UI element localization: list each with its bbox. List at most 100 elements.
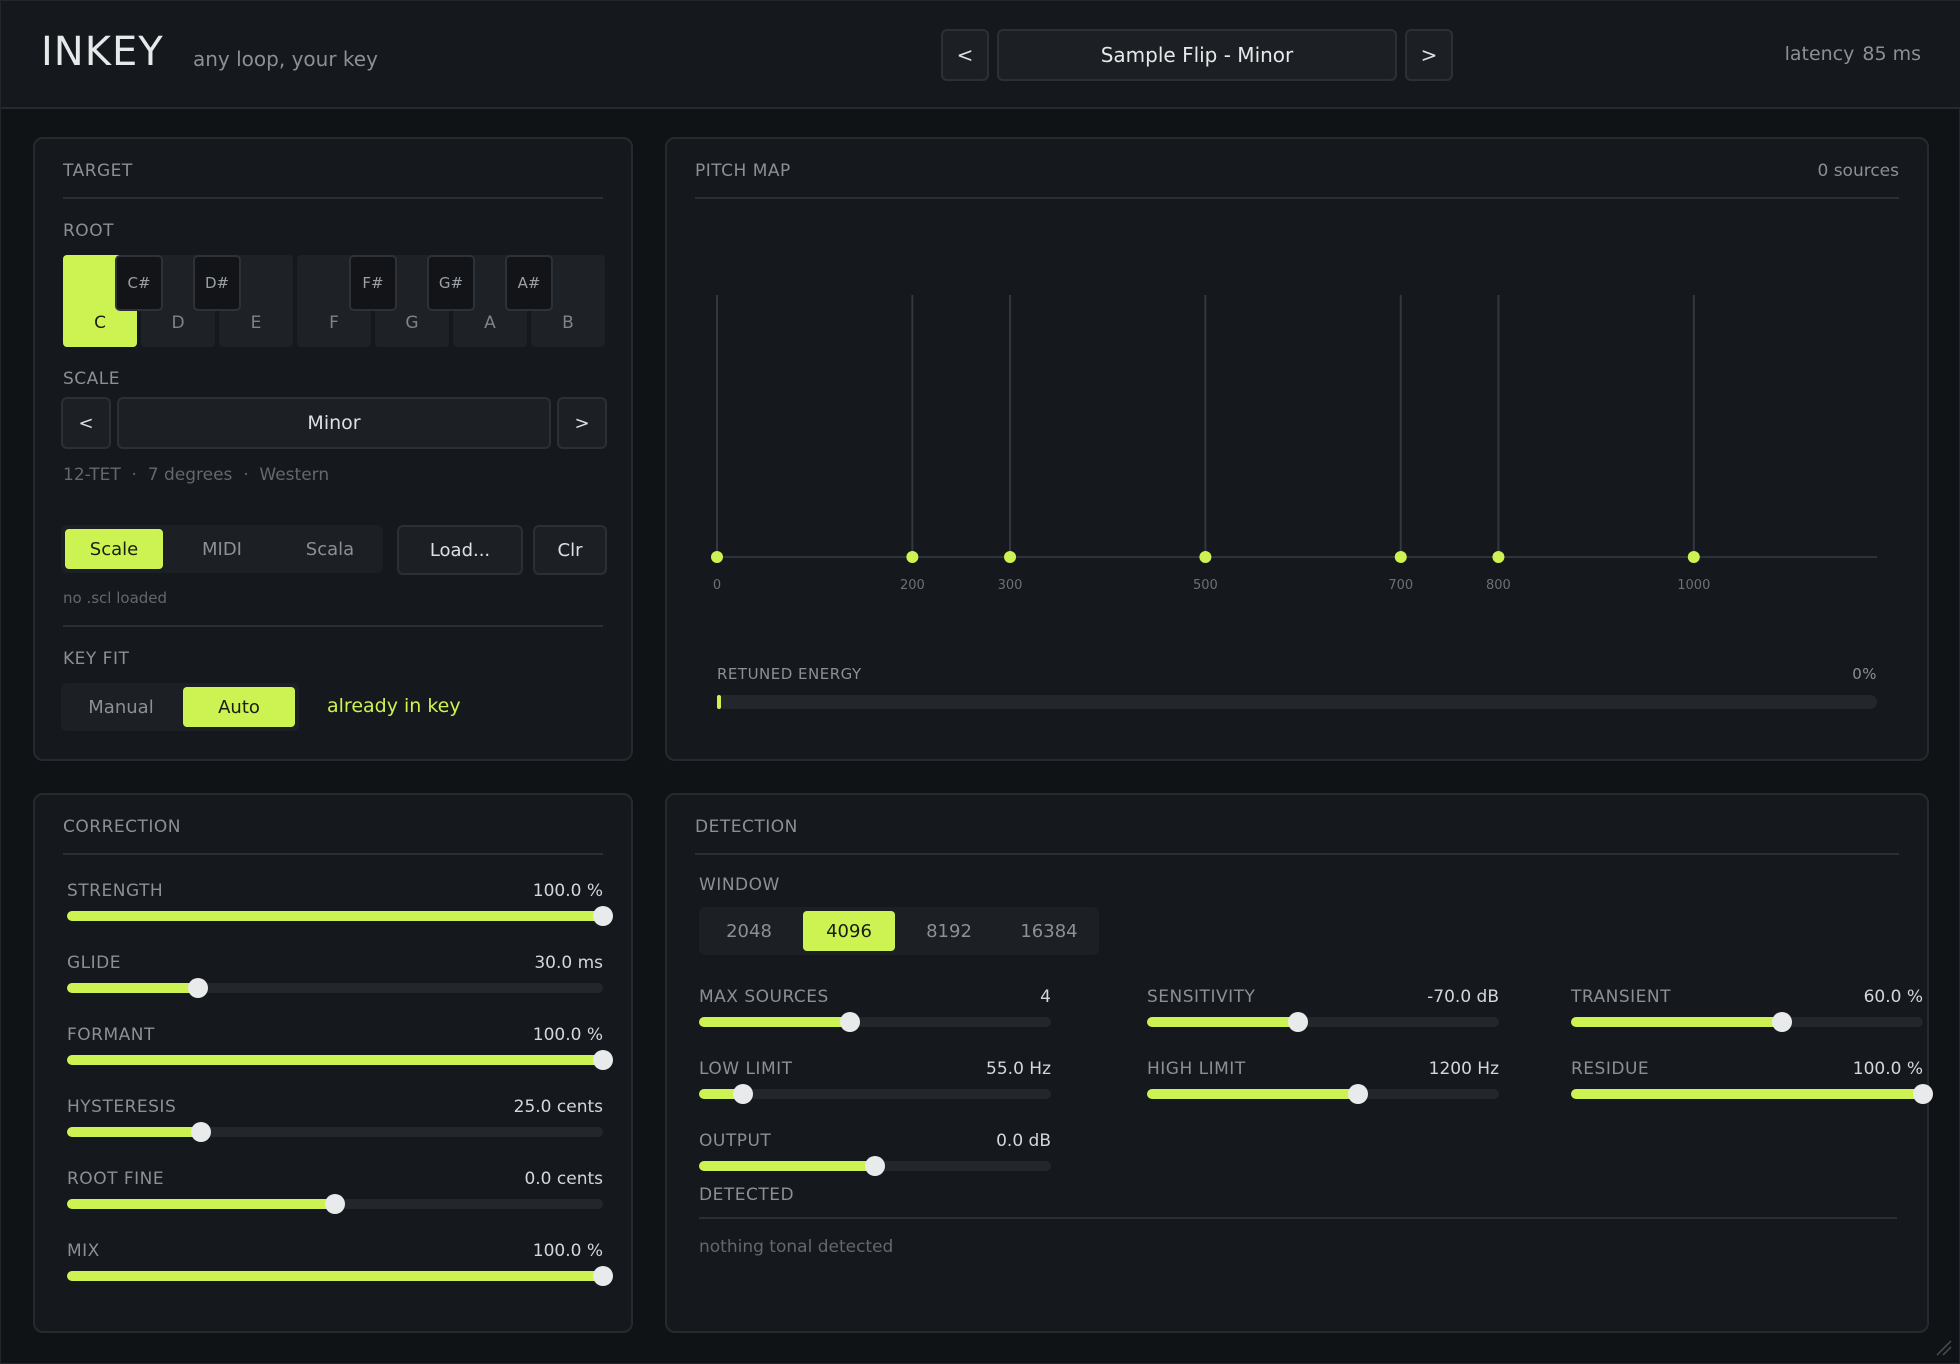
max-sources-slider-thumb[interactable] [840, 1012, 861, 1032]
divider [63, 625, 603, 627]
scale-degree-dot [906, 551, 919, 563]
degree-tick-label: 500 [1193, 578, 1218, 593]
scale-degree-dot [1199, 551, 1212, 563]
hysteresis-slider-thumb[interactable] [191, 1122, 211, 1142]
max-sources-slider-fill [699, 1017, 851, 1027]
degree-tick-label: 700 [1388, 578, 1413, 593]
root-key-d-sharp[interactable]: D# [193, 255, 241, 311]
resize-grip-icon[interactable] [1933, 1337, 1953, 1357]
mix-value: 100.0 % [532, 1241, 603, 1261]
latency-value: 85 ms [1862, 43, 1921, 65]
root-key-f-sharp[interactable]: F# [349, 255, 397, 311]
energy-value: 0% [1852, 665, 1877, 683]
detection-panel: DETECTION WINDOW 2048 4096 8192 16384 DETEC… [665, 793, 1933, 1333]
keyfit-tab-manual[interactable]: Manual [65, 687, 177, 727]
mix-slider[interactable] [67, 1266, 613, 1286]
scl-status: no .scl loaded [63, 589, 168, 607]
window-option-8192[interactable]: 8192 [903, 911, 995, 951]
window-option-2048[interactable]: 2048 [703, 911, 795, 951]
scale-degree-dot [1492, 551, 1505, 563]
root-key-a-sharp[interactable]: A# [505, 255, 553, 311]
glide-slider-thumb[interactable] [188, 978, 209, 998]
glide-slider-fill [67, 983, 199, 993]
root-key-g-sharp[interactable]: G# [427, 255, 475, 311]
max-sources-slider[interactable] [699, 1012, 1051, 1032]
mix-slider-fill [67, 1271, 603, 1281]
output-slider-thumb[interactable] [865, 1156, 885, 1176]
energy-label: RETUNED ENERGY [717, 665, 862, 683]
output-slider-fill [699, 1161, 875, 1171]
glide-value: 30.0 ms [534, 953, 603, 973]
divider [63, 853, 603, 855]
scale-next-button[interactable]: > [557, 397, 607, 449]
preset-prev-button[interactable]: < [941, 29, 989, 81]
window-option-4096[interactable]: 4096 [803, 911, 895, 951]
sensitivity-value: -70.0 dB [1427, 987, 1499, 1007]
clear-button[interactable]: Clr [533, 525, 607, 575]
hysteresis-slider[interactable] [67, 1122, 603, 1142]
scale-prev-button[interactable]: < [61, 397, 111, 449]
energy-meter [717, 695, 1877, 709]
latency-readout: latency 85 ms [1785, 43, 1921, 65]
scale-degree-dot [1004, 551, 1017, 563]
keyfit-status: already in key [327, 695, 461, 717]
detection-title: DETECTION [695, 817, 798, 837]
transient-slider[interactable] [1571, 1012, 1923, 1032]
low-limit-slider-thumb[interactable] [733, 1084, 753, 1104]
pitch-map-panel: PITCH MAP 0 sources 0 200 300 500 700 800 1000… [665, 137, 1929, 761]
keyfit-toggle: Manual Auto [61, 683, 299, 731]
high-limit-slider-thumb[interactable] [1348, 1084, 1369, 1104]
window-option-16384[interactable]: 16384 [1003, 911, 1095, 951]
plugin-window: INKEY any loop, your key < Sample Flip -… [0, 0, 1960, 1364]
correction-panel: CORRECTION STRENGTH 100.0 % GLIDE 30.0 ms FO… [33, 793, 633, 1333]
tab-scale[interactable]: Scale [65, 529, 163, 569]
scale-degree-dot [1394, 551, 1407, 563]
window-size-toggle: 2048 4096 8192 16384 [699, 907, 1099, 955]
glide-slider[interactable] [67, 978, 603, 998]
residue-slider-thumb[interactable] [1913, 1084, 1933, 1104]
energy-meter-fill [717, 695, 721, 709]
root-label: ROOT [63, 221, 114, 241]
preset-selector[interactable]: Sample Flip - Minor [997, 29, 1397, 81]
root-fine-value: 0.0 cents [524, 1169, 603, 1189]
degree-tick-label: 300 [998, 578, 1023, 593]
latency-label: latency [1784, 43, 1855, 65]
transient-slider-fill [1571, 1017, 1783, 1027]
divider [695, 853, 1899, 855]
app-title: INKEY [41, 29, 164, 75]
formant-value: 100.0 % [532, 1025, 603, 1045]
load-scala-button[interactable]: Load... [397, 525, 523, 575]
strength-slider-fill [67, 911, 603, 921]
sensitivity-slider[interactable] [1147, 1012, 1499, 1032]
scale-selector[interactable]: Minor [117, 397, 551, 449]
max-sources-value: 4 [1040, 987, 1051, 1007]
root-key-c-sharp[interactable]: C# [115, 255, 163, 311]
degree-tick-label: 0 [713, 578, 721, 593]
tab-scala[interactable]: Scala [281, 529, 379, 569]
strength-slider-thumb[interactable] [593, 906, 613, 926]
high-limit-value: 1200 Hz [1428, 1059, 1499, 1079]
formant-slider[interactable] [67, 1050, 613, 1070]
transient-slider-thumb[interactable] [1772, 1012, 1793, 1032]
keyfit-label: KEY FIT [63, 649, 130, 669]
sensitivity-slider-thumb[interactable] [1288, 1012, 1309, 1032]
high-limit-slider[interactable] [1147, 1084, 1499, 1104]
mix-slider-thumb[interactable] [593, 1266, 613, 1286]
correction-title: CORRECTION [63, 817, 181, 837]
root-fine-slider-thumb[interactable] [325, 1194, 345, 1214]
scale-degree-dot [711, 551, 723, 563]
low-limit-slider[interactable] [699, 1084, 1051, 1104]
tab-midi[interactable]: MIDI [173, 529, 271, 569]
root-fine-slider[interactable] [67, 1194, 603, 1214]
keyfit-tab-auto[interactable]: Auto [183, 687, 295, 727]
sensitivity-slider-fill [1147, 1017, 1299, 1027]
formant-slider-thumb[interactable] [593, 1050, 613, 1070]
residue-slider[interactable] [1571, 1084, 1933, 1104]
output-slider[interactable] [699, 1156, 1051, 1176]
strength-slider[interactable] [67, 906, 613, 926]
scale-info: 12-TET · 7 degrees · Western [63, 465, 330, 485]
window-label: WINDOW [699, 875, 780, 895]
preset-next-button[interactable]: > [1405, 29, 1453, 81]
divider [699, 1217, 1897, 1219]
high-limit-slider-fill [1147, 1089, 1359, 1099]
